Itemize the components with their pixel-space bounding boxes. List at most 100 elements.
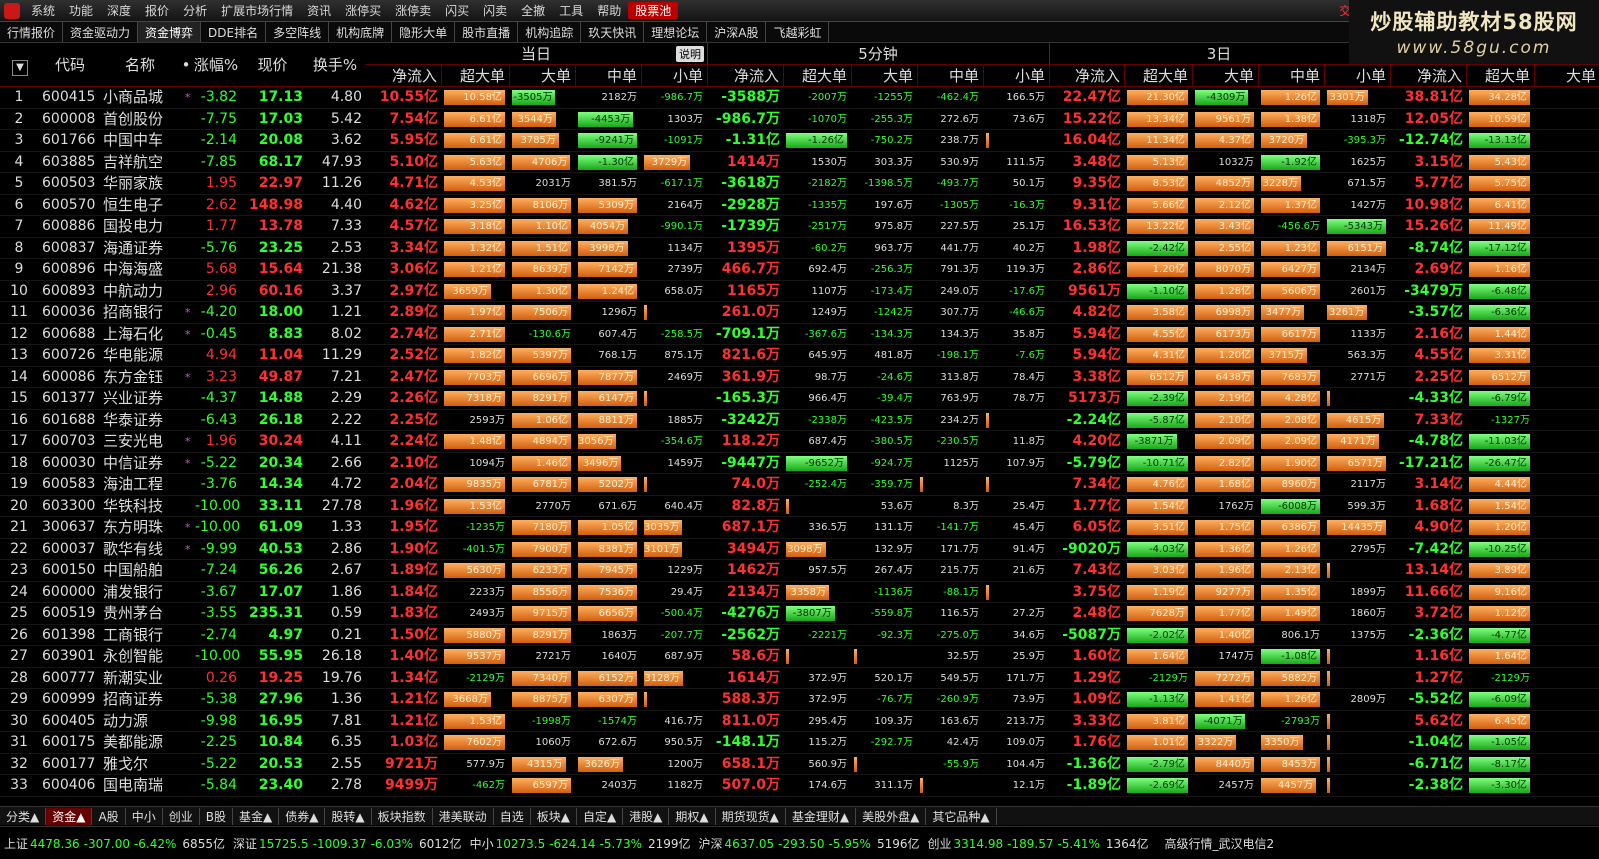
trade-status[interactable]: 交易未登录 xyxy=(1331,2,1407,19)
sort-menu-icon[interactable]: ▼ xyxy=(0,43,40,87)
subcol-header[interactable]: 大单 xyxy=(510,65,576,87)
subcol-header[interactable]: 超大单 xyxy=(1125,65,1193,87)
subcol-header[interactable]: 中单 xyxy=(1259,65,1325,87)
table-row[interactable]: 13 600726 华电能源 4.94 11.04 11.29 2.52亿 1.82亿 5397… xyxy=(0,345,1599,367)
menu-item[interactable]: 资讯 xyxy=(300,2,338,19)
explain-button[interactable]: 说明 xyxy=(676,46,704,62)
col-price[interactable]: 现价 xyxy=(240,43,305,87)
menu-item[interactable]: 帮助 xyxy=(590,2,628,19)
table-row[interactable]: 8 600837 海通证券 -5.76 23.25 2.53 3.34亿 1.32亿 1.51亿… xyxy=(0,238,1599,259)
bottom-tab[interactable]: 自选 xyxy=(494,807,531,825)
subcol-header[interactable]: 净流入 xyxy=(1390,65,1467,87)
bottom-tab[interactable]: 分类▲ xyxy=(0,807,47,825)
tab-item[interactable]: 股市直播 xyxy=(455,22,519,42)
index-status[interactable]: 深证 15725.5 -1009.37 -6.03% 6012亿 xyxy=(229,835,466,852)
tab-item[interactable]: DDE排名 xyxy=(201,22,267,42)
subcol-header[interactable]: 中单 xyxy=(918,65,984,87)
bottom-tab[interactable]: 港股▲ xyxy=(623,807,670,825)
bottom-tab[interactable]: 板块▲ xyxy=(531,807,577,825)
col-pct[interactable]: 涨幅% xyxy=(192,43,240,87)
trade-window-link[interactable]: 上证左窗 xyxy=(1407,2,1471,19)
bottom-tab[interactable]: B股 xyxy=(200,807,233,825)
bottom-tab[interactable]: A股 xyxy=(92,807,126,825)
menu-item[interactable]: 全撤 xyxy=(514,2,552,19)
menu-item[interactable]: 功能 xyxy=(62,2,100,19)
table-row[interactable]: 27 603901 永创智能 -10.00 55.95 26.18 1.40亿 9537万 27… xyxy=(0,646,1599,668)
subcol-header[interactable]: 净流入 xyxy=(1048,65,1125,87)
table-row[interactable]: 11 600036 招商银行 * -4.20 18.00 1.21 2.89亿 1.97亿 750… xyxy=(0,302,1599,324)
subcol-header[interactable]: 大单 xyxy=(1193,65,1259,87)
subcol-header[interactable]: 小单 xyxy=(984,65,1050,87)
bottom-tab[interactable]: 其它品种▲ xyxy=(926,807,997,825)
table-row[interactable]: 6 600570 恒生电子 2.62 148.98 4.40 4.62亿 3.25亿 8106万… xyxy=(0,195,1599,216)
menu-item[interactable]: 扩展市场行情 xyxy=(214,2,300,19)
col-code[interactable]: 代码 xyxy=(40,43,100,87)
bottom-tab[interactable]: 基金▲ xyxy=(233,807,280,825)
table-row[interactable]: 1 600415 小商品城 * -3.82 17.13 4.80 10.55亿 10.58亿 -3… xyxy=(0,87,1599,109)
menu-item[interactable]: 分析 xyxy=(176,2,214,19)
table-row[interactable]: 20 603300 华铁科技 -10.00 33.11 27.78 1.96亿 1.53亿 27… xyxy=(0,496,1599,517)
bottom-tab[interactable]: 中小 xyxy=(126,807,163,825)
table-row[interactable]: 9 600896 中海海盛 5.68 15.64 21.38 3.06亿 1.21亿 8639万… xyxy=(0,259,1599,281)
tab-item[interactable]: 资金博弈 xyxy=(138,22,202,42)
menu-item[interactable]: 闪卖 xyxy=(476,2,514,19)
bottom-tab[interactable]: 自定▲ xyxy=(577,807,624,825)
bottom-tab[interactable]: 资金▲ xyxy=(46,807,93,825)
table-row[interactable]: 10 600893 中航动力 2.96 60.16 3.37 2.97亿 3659万 1.30亿… xyxy=(0,281,1599,302)
bottom-tab[interactable]: 美股外盘▲ xyxy=(856,807,927,825)
table-row[interactable]: 7 600886 国投电力 1.77 13.78 7.33 4.57亿 3.18亿 1.10亿 4… xyxy=(0,216,1599,238)
menu-item[interactable]: 深度 xyxy=(100,2,138,19)
subcol-header[interactable]: 小单 xyxy=(1325,65,1391,87)
subcol-header[interactable]: 超大单 xyxy=(1467,65,1535,87)
table-row[interactable]: 3 601766 中国中车 -2.14 20.08 3.62 5.95亿 6.61亿 3785万… xyxy=(0,130,1599,152)
bottom-tab[interactable]: 股转▲ xyxy=(325,807,372,825)
col-name[interactable]: 名称 xyxy=(100,43,180,87)
bottom-tab[interactable]: 板块指数 xyxy=(372,807,433,825)
subcol-header[interactable]: 净流入 xyxy=(365,65,442,87)
tab-item[interactable]: 机构底牌 xyxy=(329,22,393,42)
menu-item[interactable]: 股票池 xyxy=(628,2,679,19)
subcol-header[interactable]: 超大单 xyxy=(784,65,852,87)
tab-item-right[interactable]: 事件驱动 xyxy=(1536,22,1599,42)
bottom-tab[interactable]: 债券▲ xyxy=(279,807,326,825)
right-menu[interactable]: 行 xyxy=(1575,2,1599,19)
table-row[interactable]: 26 601398 工商银行 -2.74 4.97 0.21 1.50亿 5880万 8291万… xyxy=(0,625,1599,646)
subcol-header[interactable]: 大单 xyxy=(852,65,918,87)
table-row[interactable]: 24 600000 浦发银行 -3.67 17.07 1.86 1.84亿 2233万 8556… xyxy=(0,582,1599,603)
table-row[interactable]: 19 600583 海油工程 -3.76 14.34 4.72 2.04亿 9835万 6781… xyxy=(0,474,1599,496)
table-row[interactable]: 32 600177 雅戈尔 -5.22 20.53 2.55 9721万 577.9万 4315… xyxy=(0,754,1599,775)
menu-item[interactable]: 闪买 xyxy=(438,2,476,19)
subcol-header[interactable]: 超大单 xyxy=(442,65,510,87)
tab-item[interactable]: 机构追踪 xyxy=(518,22,582,42)
subcol-header[interactable]: 中单 xyxy=(576,65,642,87)
index-status[interactable]: 创业 3314.98 -189.57 -5.41% 1364亿 xyxy=(924,835,1153,852)
table-row[interactable]: 14 600086 东方金钰 * 3.23 49.87 7.21 2.47亿 7703万 6696… xyxy=(0,367,1599,388)
table-row[interactable]: 17 600703 三安光电 * 1.96 30.24 4.11 2.24亿 1.48亿 4894… xyxy=(0,431,1599,453)
table-row[interactable]: 21 300637 东方明珠 * -10.00 61.09 1.33 1.95亿 -1235万 7… xyxy=(0,517,1599,539)
table-row[interactable]: 31 600175 美都能源 -2.25 10.84 6.35 1.03亿 7602万 1060… xyxy=(0,732,1599,754)
table-row[interactable]: 2 600008 首创股份 -7.75 17.03 5.42 7.54亿 6.61亿 3544万… xyxy=(0,109,1599,130)
col-turnover[interactable]: 换手% xyxy=(305,43,365,87)
tab-item[interactable]: 理想论坛 xyxy=(644,22,708,42)
tab-item[interactable]: 玖天快讯 xyxy=(581,22,645,42)
table-row[interactable]: 33 600406 国电南瑞 -5.84 23.40 2.78 9499万 -462万 6597… xyxy=(0,775,1599,797)
menu-item[interactable]: 报价 xyxy=(138,2,176,19)
table-row[interactable]: 25 600519 贵州茅台 -3.55 235.31 0.59 1.83亿 2493万 971… xyxy=(0,603,1599,625)
menu-item[interactable]: 涨停卖 xyxy=(388,2,438,19)
table-row[interactable]: 28 600777 新潮实业 0.26 19.25 19.76 1.34亿 -2129万 734… xyxy=(0,668,1599,689)
bottom-tab[interactable]: 期权▲ xyxy=(669,807,716,825)
tab-item[interactable]: 资金驱动力 xyxy=(63,22,139,42)
table-row[interactable]: 4 603885 吉祥航空 -7.85 68.17 47.93 5.10亿 5.63亿 4706… xyxy=(0,152,1599,173)
bottom-tab[interactable]: 基金理财▲ xyxy=(786,807,857,825)
tab-item[interactable]: 飞越彩虹 xyxy=(766,22,830,42)
subcol-header[interactable]: 小单 xyxy=(642,65,708,87)
table-row[interactable]: 16 601688 华泰证券 -6.43 26.18 2.22 2.25亿 2593万 1.06… xyxy=(0,410,1599,431)
tab-item-right[interactable]: 主题投资 xyxy=(1473,22,1536,42)
index-status[interactable]: 中小 10273.5 -624.14 -5.73% 2199亿 xyxy=(466,835,695,852)
bottom-tab[interactable]: 港美联动 xyxy=(433,807,494,825)
tab-item[interactable]: 隐形大单 xyxy=(392,22,456,42)
table-row[interactable]: 15 601377 兴业证券 -4.37 14.88 2.29 2.26亿 7318万 8291… xyxy=(0,388,1599,410)
index-status[interactable]: 上证 4478.36 -307.00 -6.42% 6855亿 xyxy=(0,835,229,852)
table-row[interactable]: 5 600503 华丽家族 1.95 22.97 11.26 4.71亿 4.53亿 2031万… xyxy=(0,173,1599,195)
menu-item[interactable]: 涨停买 xyxy=(338,2,388,19)
